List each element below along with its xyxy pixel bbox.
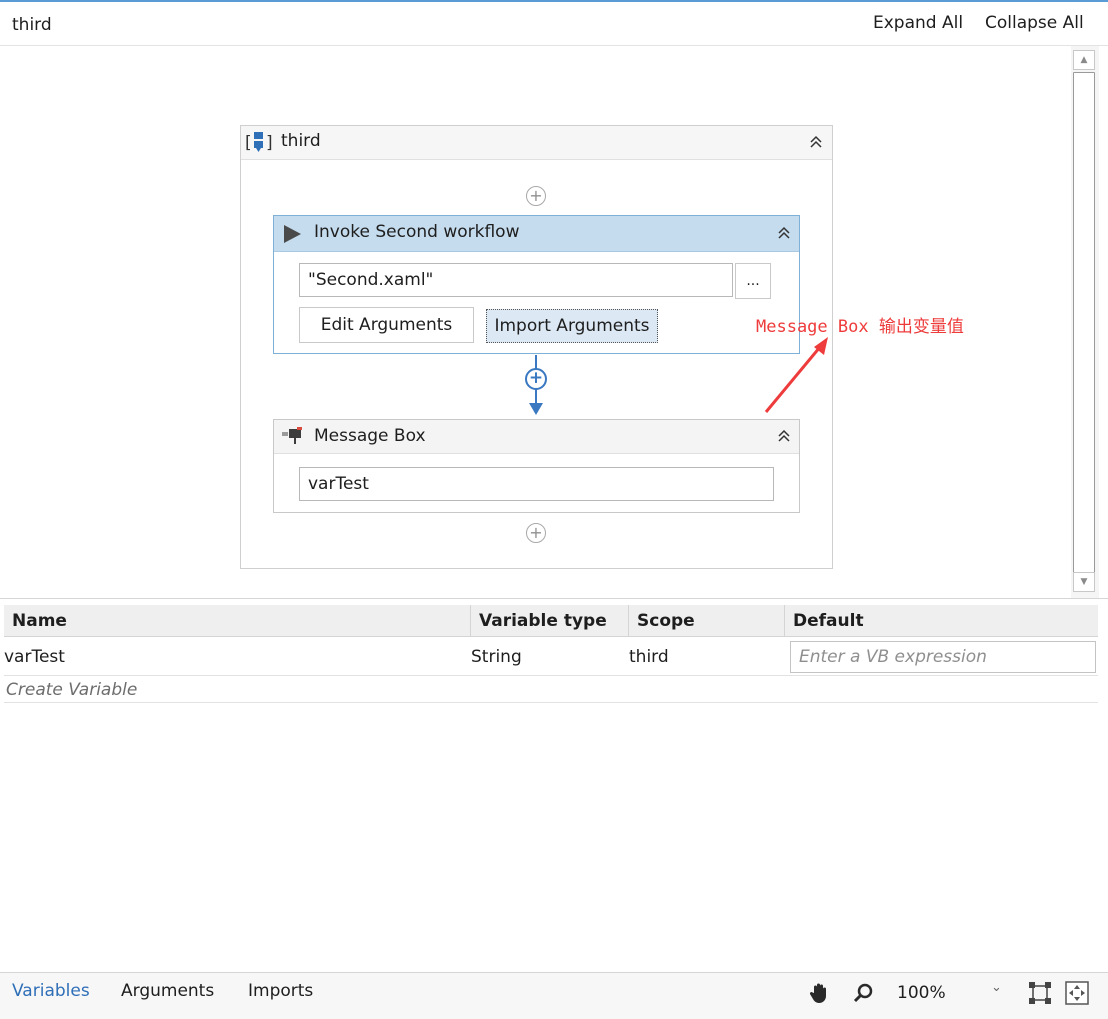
collapse-all-link[interactable]: Collapse All	[985, 13, 1084, 33]
workflow-file-input[interactable]: "Second.xaml"	[299, 263, 733, 297]
add-activity-plus-icon[interactable]: +	[526, 186, 546, 206]
message-box-icon	[280, 426, 306, 450]
create-variable-row[interactable]: Create Variable	[4, 677, 1098, 703]
scroll-up-icon[interactable]: ▲	[1073, 50, 1095, 70]
variable-name-cell[interactable]: varTest	[4, 638, 65, 676]
message-box-header[interactable]: Message Box	[274, 420, 799, 454]
canvas-vertical-scrollbar[interactable]: ▲ ▼	[1071, 46, 1099, 598]
fit-to-screen-icon[interactable]	[1028, 981, 1052, 1009]
designer-bottom-bar: Variables Arguments Imports 100% ⌄	[0, 972, 1108, 1019]
collapse-chevron-icon[interactable]	[777, 226, 791, 244]
tab-arguments[interactable]: Arguments	[121, 981, 214, 1001]
breadcrumb-bar: third Expand All Collapse All	[0, 0, 1108, 46]
svg-text:]: ]	[266, 133, 273, 153]
import-arguments-button[interactable]: Import Arguments	[486, 309, 658, 343]
svg-text:[: [	[245, 133, 252, 153]
table-row[interactable]: varTest String third Enter a VB expressi…	[4, 638, 1098, 676]
insert-activity-plus-icon[interactable]: +	[525, 368, 547, 390]
sequence-title: third	[281, 131, 321, 151]
tab-variables[interactable]: Variables	[12, 981, 90, 1001]
chevron-down-icon[interactable]: ⌄	[991, 980, 1002, 995]
zoom-search-icon[interactable]	[852, 982, 874, 1008]
hand-pan-icon[interactable]	[808, 981, 832, 1009]
scroll-down-icon[interactable]: ▼	[1073, 572, 1095, 592]
column-header-name[interactable]: Name	[4, 605, 471, 637]
edit-arguments-button[interactable]: Edit Arguments	[299, 307, 474, 343]
variable-scope-cell[interactable]: third	[629, 638, 669, 676]
column-header-variable-type[interactable]: Variable type	[471, 605, 629, 637]
column-header-default[interactable]: Default	[785, 605, 1098, 637]
annotation-text: Message Box 输出变量值	[756, 317, 964, 337]
browse-file-button[interactable]: ...	[735, 263, 771, 299]
overview-icon[interactable]	[1065, 981, 1089, 1009]
variables-panel: Name Variable type Scope Default varTest…	[0, 598, 1108, 972]
breadcrumb[interactable]: third	[12, 15, 52, 35]
workflow-designer: third Expand All Collapse All ▲ ▼ [ ] th…	[0, 0, 1108, 1019]
variable-type-cell[interactable]: String	[471, 638, 522, 676]
message-text-input[interactable]: varTest	[299, 467, 774, 501]
sequence-icon: [ ]	[245, 130, 275, 159]
collapse-chevron-icon[interactable]	[809, 135, 823, 153]
default-value-input[interactable]: Enter a VB expression	[790, 641, 1096, 673]
scroll-thumb[interactable]	[1073, 72, 1095, 574]
invoke-workflow-activity[interactable]: Invoke Second workflow "Second.xaml" ...…	[273, 215, 800, 354]
tab-imports[interactable]: Imports	[248, 981, 313, 1001]
message-box-title: Message Box	[314, 426, 426, 446]
sequence-header[interactable]: [ ] third	[241, 126, 832, 160]
message-box-activity[interactable]: Message Box varTest	[273, 419, 800, 513]
connector-arrow-icon	[529, 403, 543, 415]
play-triangle-icon	[281, 223, 303, 249]
expand-all-link[interactable]: Expand All	[873, 13, 963, 33]
column-header-scope[interactable]: Scope	[629, 605, 785, 637]
add-activity-plus-icon[interactable]: +	[526, 523, 546, 543]
variables-table-header: Name Variable type Scope Default	[4, 605, 1098, 637]
collapse-chevron-icon[interactable]	[777, 429, 791, 447]
invoke-workflow-title: Invoke Second workflow	[314, 222, 520, 242]
annotation-arrow-icon	[764, 337, 828, 413]
invoke-workflow-header[interactable]: Invoke Second workflow	[274, 216, 799, 252]
